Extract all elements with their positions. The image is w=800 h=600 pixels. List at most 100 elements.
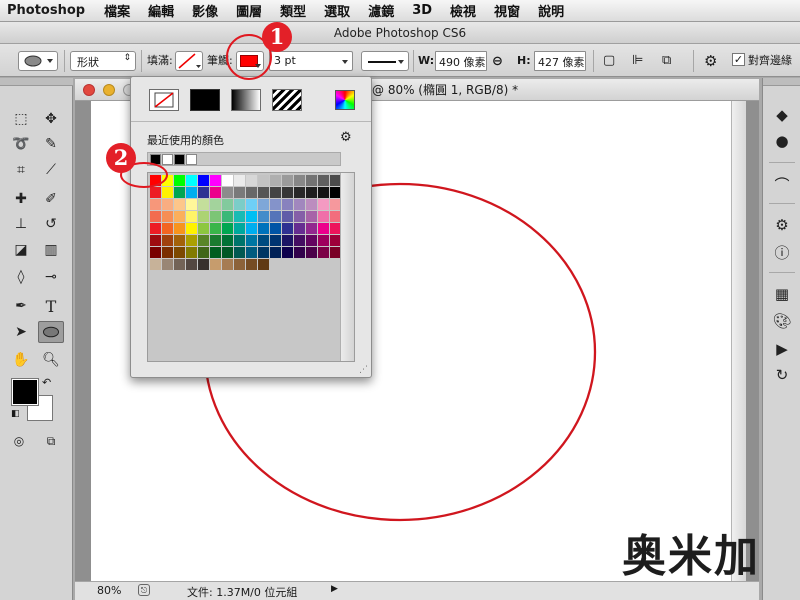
color-swatch[interactable] [318,175,329,186]
color-swatch[interactable] [318,235,329,246]
color-swatch[interactable] [198,211,209,222]
path-alignment-icon[interactable]: ⊫ [632,53,643,73]
stroke-width-field[interactable]: 3 pt [269,51,353,71]
properties-panel-icon[interactable]: ⚙ [771,214,793,236]
color-swatch[interactable] [174,223,185,234]
color-swatch[interactable] [318,199,329,210]
paths-panel-icon[interactable]: ⌒ [771,173,793,195]
color-swatch[interactable] [222,259,233,270]
color-swatch[interactable] [246,235,257,246]
stroke-type-select[interactable] [361,51,409,71]
swatch-scrollbar[interactable] [340,173,354,361]
width-input[interactable]: 490 像素 [435,51,487,71]
color-swatch[interactable] [210,259,221,270]
marquee-tool-icon[interactable]: ⬚ [8,108,34,130]
color-swatch[interactable] [210,235,221,246]
color-swatch[interactable] [258,235,269,246]
color-swatch[interactable] [258,175,269,186]
menu-select[interactable]: 選取 [315,1,359,20]
color-swatch[interactable] [198,223,209,234]
color-swatch[interactable] [234,187,245,198]
color-swatch[interactable] [174,199,185,210]
eyedropper-tool-icon[interactable]: ⟋ [38,159,64,181]
resize-grip-icon[interactable]: ⋰ [359,365,368,375]
color-swatch[interactable] [198,175,209,186]
color-swatch[interactable] [282,235,293,246]
gear-icon[interactable]: ⚙ [704,52,717,72]
color-swatch[interactable] [318,187,329,198]
color-swatch[interactable] [270,175,281,186]
color-swatch[interactable] [246,211,257,222]
color-swatch[interactable] [162,211,173,222]
color-swatch[interactable] [222,223,233,234]
color-swatch[interactable] [198,187,209,198]
color-panel-icon[interactable]: 🎨︎ [771,310,793,332]
menu-filter[interactable]: 濾鏡 [359,1,403,20]
menu-window[interactable]: 視窗 [485,1,529,20]
color-swatch[interactable] [258,211,269,222]
color-swatch[interactable] [318,223,329,234]
color-swatch[interactable] [270,247,281,258]
color-swatch[interactable] [306,247,317,258]
color-swatch[interactable] [270,187,281,198]
color-swatch[interactable] [186,235,197,246]
color-swatch[interactable] [198,259,209,270]
color-swatch[interactable] [222,235,233,246]
color-swatch[interactable] [174,235,185,246]
zoom-level[interactable]: 80% [97,584,121,597]
color-swatch[interactable] [150,187,161,198]
color-swatch[interactable] [306,211,317,222]
move-tool-icon[interactable]: ✥ [38,108,64,130]
color-swatch[interactable] [150,235,161,246]
quick-selection-tool-icon[interactable]: ✎ [38,133,64,155]
color-swatch[interactable] [246,199,257,210]
menu-type[interactable]: 類型 [271,1,315,20]
pattern-button[interactable] [272,89,302,111]
mode-select[interactable]: 形狀 ⇕ [70,51,136,71]
color-swatch[interactable] [222,199,233,210]
color-swatch[interactable] [186,175,197,186]
healing-brush-tool-icon[interactable]: ✚ [8,188,34,210]
color-swatch[interactable] [198,235,209,246]
color-swatch[interactable] [174,211,185,222]
color-swatch[interactable] [270,199,281,210]
lasso-tool-icon[interactable]: ➰ [8,133,34,155]
path-operations-icon[interactable]: ▢ [603,53,615,73]
minimize-icon[interactable] [103,84,115,96]
color-swatch[interactable] [246,187,257,198]
color-swatch[interactable] [258,187,269,198]
color-swatch[interactable] [186,259,197,270]
color-swatch[interactable] [162,235,173,246]
default-colors-icon[interactable]: ◧ [11,409,20,419]
color-swatch[interactable] [282,175,293,186]
color-swatch[interactable] [270,223,281,234]
color-swatch[interactable] [294,211,305,222]
menu-file[interactable]: 檔案 [95,1,139,20]
color-swatch[interactable] [282,223,293,234]
color-swatch[interactable] [306,235,317,246]
color-swatch[interactable] [222,211,233,222]
recent-color-swatch[interactable] [186,154,197,165]
tool-preset-picker[interactable] [18,51,58,71]
align-edges-checkbox[interactable]: ✓ [732,53,745,66]
color-swatch[interactable] [174,187,185,198]
no-color-button[interactable] [149,89,179,111]
gradient-button[interactable] [231,89,261,111]
hand-tool-icon[interactable]: ✋ [8,349,34,371]
color-swatch[interactable] [150,211,161,222]
eraser-tool-icon[interactable]: ◪ [8,239,34,261]
history-panel-icon[interactable]: ↻ [771,364,793,386]
color-swatch[interactable] [246,247,257,258]
color-swatch[interactable] [186,223,197,234]
ellipse-tool-icon[interactable] [38,321,64,343]
color-swatch[interactable] [198,247,209,258]
color-swatch[interactable] [270,211,281,222]
color-swatch[interactable] [222,187,233,198]
expand-arrow-icon[interactable]: ▶ [331,584,338,594]
color-swatch[interactable] [282,199,293,210]
gear-icon[interactable]: ⚙ [340,130,352,145]
swatches-panel-icon[interactable]: ▦ [771,283,793,305]
color-swatch[interactable] [246,259,257,270]
color-swatch[interactable] [150,247,161,258]
link-icon[interactable]: ⊖ [492,54,503,74]
